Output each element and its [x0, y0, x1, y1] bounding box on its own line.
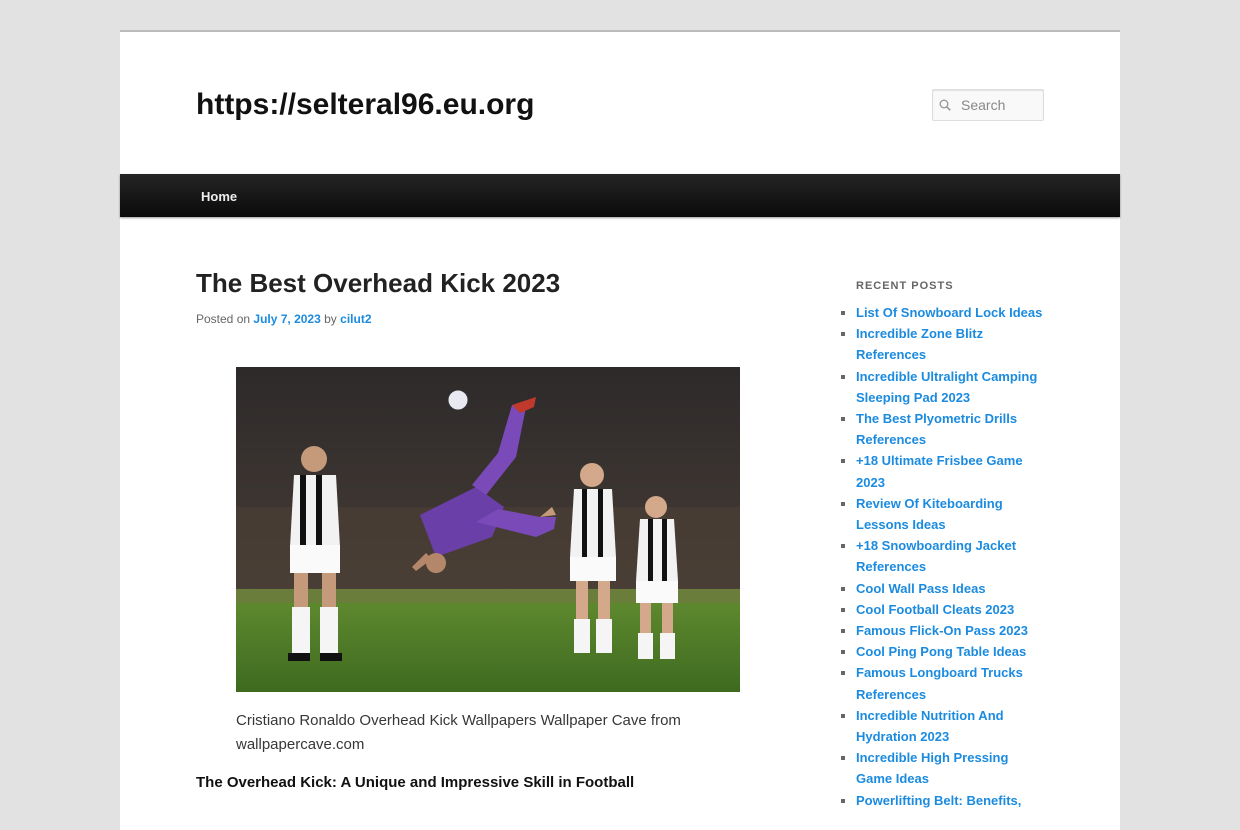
- recent-post-link[interactable]: List Of Snowboard Lock Ideas: [856, 305, 1042, 320]
- recent-post-link[interactable]: Cool Football Cleats 2023: [856, 602, 1014, 617]
- main-navigation: Home: [120, 174, 1120, 217]
- list-item: The Best Plyometric Drills References: [856, 408, 1046, 450]
- page: https://selteral96.eu.org Home The Best …: [120, 30, 1120, 830]
- recent-post-link[interactable]: +18 Snowboarding Jacket References: [856, 538, 1016, 574]
- list-item: +18 Ultimate Frisbee Game 2023: [856, 450, 1046, 492]
- site-header: https://selteral96.eu.org: [120, 32, 1120, 174]
- recent-posts-title: Recent Posts: [856, 280, 954, 292]
- search-form[interactable]: [932, 89, 1044, 121]
- list-item: +18 Snowboarding Jacket References: [856, 535, 1046, 577]
- post-title: The Best Overhead Kick 2023: [196, 268, 561, 298]
- sidebar: Recent Posts List Of Snowboard Lock Idea…: [856, 280, 1046, 811]
- nav-item-home[interactable]: Home: [201, 189, 237, 204]
- list-item: Review Of Kiteboarding Lessons Ideas: [856, 493, 1046, 535]
- recent-post-link[interactable]: Famous Flick-On Pass 2023: [856, 623, 1028, 638]
- recent-post-link[interactable]: Incredible High Pressing Game Ideas: [856, 750, 1008, 786]
- entry-meta: Posted on July 7, 2023 by cilut2: [196, 312, 372, 326]
- recent-post-link[interactable]: Cool Ping Pong Table Ideas: [856, 644, 1026, 659]
- recent-post-link[interactable]: Incredible Zone Blitz References: [856, 326, 983, 362]
- list-item: Incredible Zone Blitz References: [856, 323, 1046, 365]
- recent-post-link[interactable]: Incredible Nutrition And Hydration 2023: [856, 708, 1004, 744]
- featured-image: [236, 367, 740, 692]
- recent-post-link[interactable]: The Best Plyometric Drills References: [856, 411, 1017, 447]
- recent-post-link[interactable]: +18 Ultimate Frisbee Game 2023: [856, 453, 1023, 489]
- list-item: Incredible Ultralight Camping Sleeping P…: [856, 366, 1046, 408]
- list-item: Cool Football Cleats 2023: [856, 599, 1046, 620]
- site-title-link[interactable]: https://selteral96.eu.org: [196, 88, 534, 122]
- recent-post-link[interactable]: Cool Wall Pass Ideas: [856, 581, 986, 596]
- list-item: Incredible Nutrition And Hydration 2023: [856, 705, 1046, 747]
- image-caption: Cristiano Ronaldo Overhead Kick Wallpape…: [236, 712, 681, 753]
- author-link[interactable]: cilut2: [340, 312, 371, 326]
- recent-posts-list: List Of Snowboard Lock Ideas Incredible …: [856, 302, 1046, 811]
- recent-post-link[interactable]: Incredible Ultralight Camping Sleeping P…: [856, 369, 1037, 405]
- list-item: List Of Snowboard Lock Ideas: [856, 302, 1046, 323]
- recent-post-link[interactable]: Famous Longboard Trucks References: [856, 665, 1023, 701]
- list-item: Cool Ping Pong Table Ideas: [856, 641, 1046, 662]
- section-heading: The Overhead Kick: A Unique and Impressi…: [196, 774, 635, 791]
- list-item: Powerlifting Belt: Benefits,: [856, 790, 1046, 811]
- search-icon: [939, 99, 951, 111]
- list-item: Incredible High Pressing Game Ideas: [856, 747, 1046, 789]
- posted-on-label: Posted on: [196, 312, 251, 326]
- search-input[interactable]: [961, 90, 1043, 120]
- list-item: Cool Wall Pass Ideas: [856, 578, 1046, 599]
- list-item: Famous Flick-On Pass 2023: [856, 620, 1046, 641]
- by-label: by: [324, 312, 337, 326]
- recent-post-link[interactable]: Review Of Kiteboarding Lessons Ideas: [856, 496, 1003, 532]
- recent-post-link[interactable]: Powerlifting Belt: Benefits,: [856, 793, 1021, 808]
- list-item: Famous Longboard Trucks References: [856, 662, 1046, 704]
- post-date-link[interactable]: July 7, 2023: [253, 312, 320, 326]
